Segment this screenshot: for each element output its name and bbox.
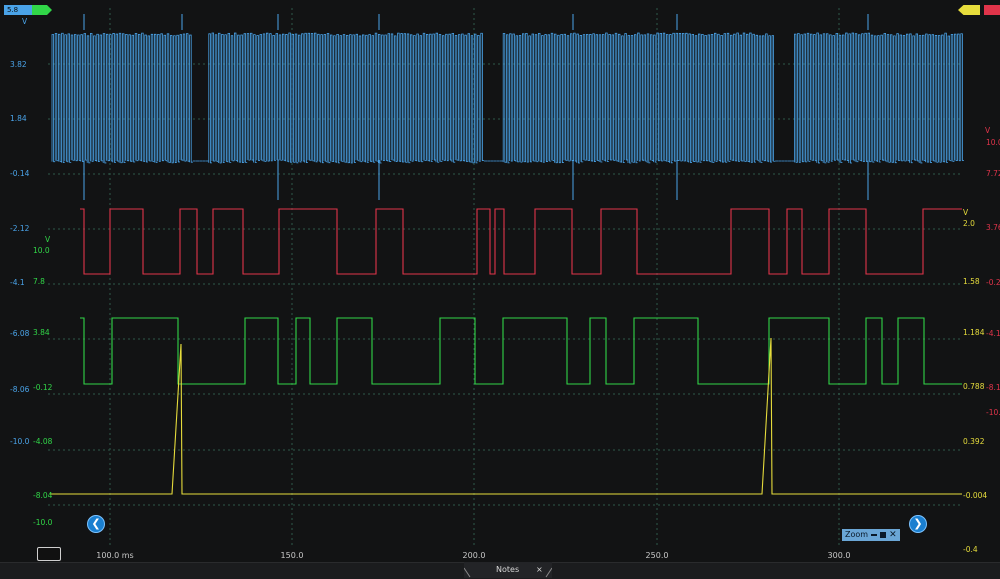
time-axis-tick: 300.0 <box>827 551 851 560</box>
axis-b-tick: -10. <box>986 408 1000 417</box>
axis-c-tick: 10.0 <box>33 246 50 255</box>
scroll-left-button[interactable]: ❮ <box>87 515 105 533</box>
axis-d-tick: -0.4 <box>963 545 978 554</box>
chevron-left-icon: ❮ <box>91 517 101 530</box>
waveform-plot[interactable] <box>0 0 1000 560</box>
axis-a-tick: -2.12 <box>10 224 30 233</box>
zoom-control[interactable]: Zoom ✕ <box>842 529 900 541</box>
channel-b-waveform <box>80 208 962 275</box>
axis-c-tick: -4.08 <box>33 437 53 446</box>
axis-d-tick: 0.788 <box>963 382 985 391</box>
channel-d-unit-label: V <box>963 208 969 217</box>
notes-tab[interactable]: Notes × <box>464 562 552 578</box>
axis-c-tick: -0.12 <box>33 383 53 392</box>
axis-b-tick: -4.1 <box>986 329 1000 338</box>
channel-d-waveform <box>50 337 962 495</box>
time-axis-tick: 250.0 <box>645 551 669 560</box>
channel-a-waveform <box>51 32 964 164</box>
bottom-ruler-handle[interactable] <box>37 547 61 561</box>
axis-b-tick: 3.76 <box>986 223 1000 232</box>
waveforms <box>50 14 964 495</box>
zoom-square-icon[interactable] <box>880 532 887 538</box>
axis-d-tick: 0.392 <box>963 437 985 446</box>
axis-b-tick: 10.0 <box>986 138 1000 147</box>
axis-b-tick: -0.2 <box>986 278 1000 287</box>
time-axis-tick: 100.0 ms <box>96 551 134 560</box>
axis-a-tick: -0.14 <box>10 169 30 178</box>
time-axis-tick: 150.0 <box>280 551 304 560</box>
channel-b-unit-label: V <box>985 126 991 135</box>
axis-a-tick: -10.0 <box>10 437 30 446</box>
axis-a-tick: 3.82 <box>10 60 27 69</box>
time-axis-tick: 200.0 <box>462 551 486 560</box>
axis-a-tick: -4.1 <box>10 278 25 287</box>
axis-d-tick: -0.004 <box>963 491 988 500</box>
axis-c-tick: 3.84 <box>33 328 50 337</box>
channel-a-top-value: 5.8 <box>7 6 19 14</box>
axis-d-tick: 1.184 <box>963 328 985 337</box>
axis-c-tick: -10.0 <box>33 518 53 527</box>
channel-c-waveform <box>80 317 962 385</box>
axis-a-tick: -8.06 <box>10 385 30 394</box>
channel-a-unit-label: V <box>22 17 28 26</box>
zoom-close-icon[interactable]: ✕ <box>889 529 897 541</box>
axis-c-tick: 7.8 <box>33 277 45 286</box>
oscilloscope-display[interactable]: 5.8 V 3.82 1.84 -0.14 -2.12 -4.1 -6.08 -8.06 -1… <box>0 0 1000 579</box>
axis-d-tick: 1.58 <box>963 277 980 286</box>
notes-close-icon[interactable]: × <box>536 562 543 578</box>
zoom-minimize-icon[interactable] <box>871 534 878 536</box>
zoom-label: Zoom <box>845 530 869 539</box>
axis-a-tick: 1.84 <box>10 114 27 123</box>
axis-b-tick: 7.72 <box>986 169 1000 178</box>
channel-a-top-marker[interactable]: 5.8 <box>4 5 34 15</box>
axis-c-tick: -8.04 <box>33 491 53 500</box>
channel-c-unit-label: V <box>45 235 51 244</box>
axis-b-tick: -8.1 <box>986 383 1000 392</box>
axis-a-tick: -6.08 <box>10 329 30 338</box>
axis-d-tick: 2.0 <box>963 219 975 228</box>
chevron-right-icon: ❯ <box>913 517 923 530</box>
channel-b-top-marker[interactable] <box>984 5 1000 15</box>
scroll-right-button[interactable]: ❯ <box>909 515 927 533</box>
notes-tab-label: Notes <box>496 565 520 574</box>
